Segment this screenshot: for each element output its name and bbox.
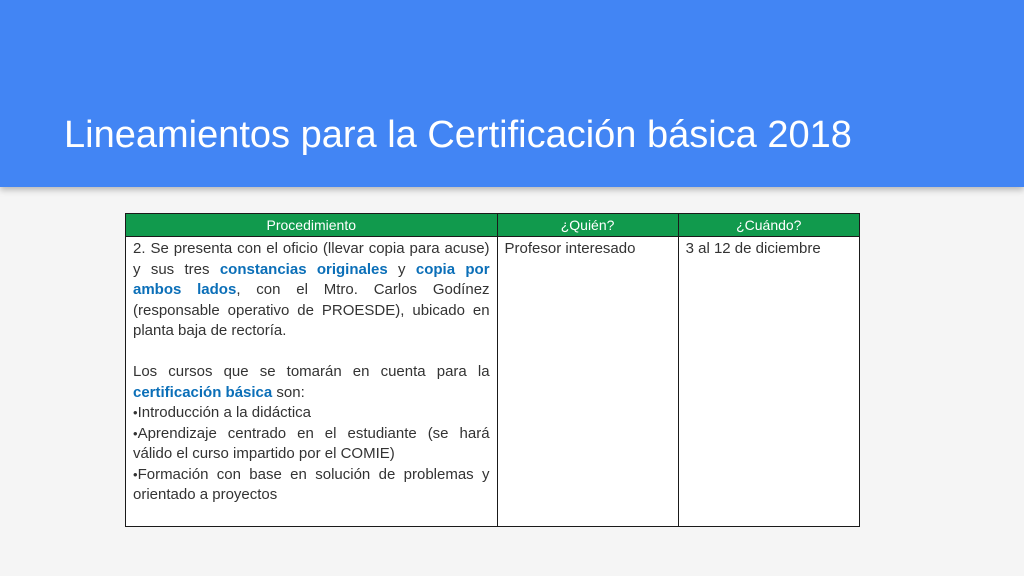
paragraph-text: son:: [272, 383, 305, 401]
list-item: •Introducción a la didáctica: [133, 403, 490, 424]
quien-cell: Profesor interesado: [496, 236, 679, 527]
table-row: 2. Se presenta con el oficio (llevar cop…: [125, 236, 861, 527]
procedure-table: Procedimiento ¿Quién? ¿Cuándo? 2. Se pre…: [125, 213, 861, 527]
table-header-row: Procedimiento ¿Quién? ¿Cuándo?: [125, 213, 861, 237]
header-quien: ¿Quién?: [496, 213, 679, 237]
list-item: •Formación con base en solución de probl…: [133, 465, 490, 506]
header-cuando: ¿Cuándo?: [677, 213, 861, 237]
procedimiento-cell: 2. Se presenta con el oficio (llevar cop…: [125, 236, 498, 527]
list-item-text: Aprendizaje centrado en el estudiante (s…: [133, 424, 490, 463]
paragraph-spacer: [133, 342, 490, 363]
procedure-paragraph: 2. Se presenta con el oficio (llevar cop…: [133, 239, 490, 342]
highlight-constancias: constancias originales: [219, 260, 388, 278]
list-item-text: Formación con base en solución de proble…: [133, 465, 490, 504]
header-procedimiento: Procedimiento: [125, 213, 498, 237]
slide-header-bar: Lineamientos para la Certificación básic…: [0, 0, 1024, 187]
paragraph-text: y: [387, 260, 416, 278]
courses-paragraph: Los cursos que se tomarán en cuenta para…: [133, 362, 490, 403]
list-item: •Aprendizaje centrado en el estudiante (…: [133, 424, 490, 465]
highlight-certificacion: certificación básica: [133, 383, 273, 401]
cuando-cell: 3 al 12 de diciembre: [677, 236, 861, 527]
list-item-text: Introducción a la didáctica: [137, 404, 311, 421]
slide-title: Lineamientos para la Certificación básic…: [64, 114, 852, 156]
paragraph-text: Los cursos que se tomarán en cuenta para…: [133, 363, 490, 380]
